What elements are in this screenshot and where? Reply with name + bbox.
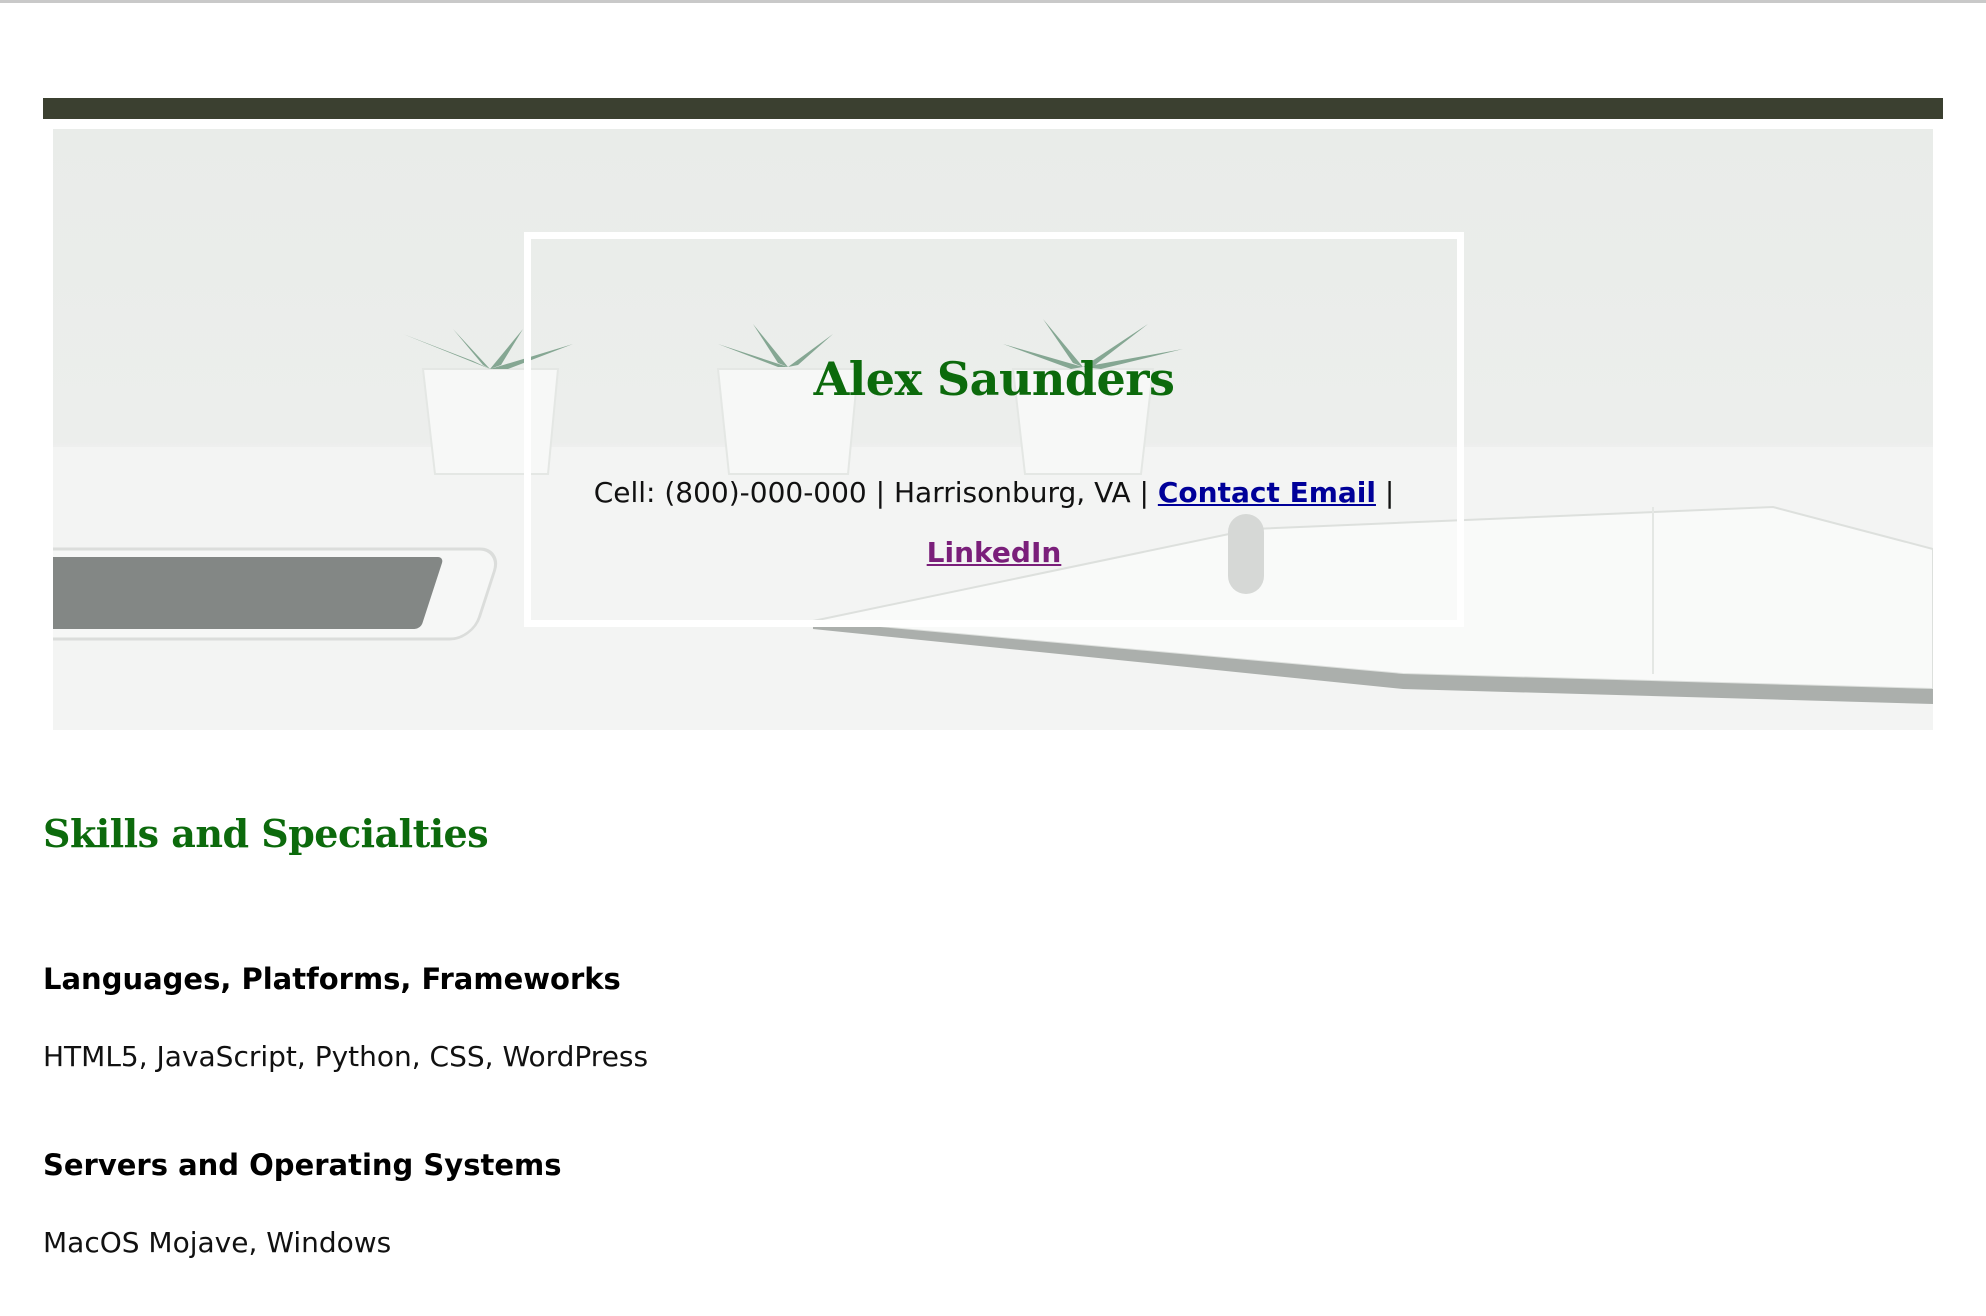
- contact-separator: |: [1384, 476, 1395, 509]
- languages-heading: Languages, Platforms, Frameworks: [43, 962, 621, 996]
- skills-section-title: Skills and Specialties: [43, 811, 489, 856]
- header-bar: [43, 98, 1943, 119]
- linkedin-link[interactable]: LinkedIn: [927, 536, 1062, 569]
- hero-banner: Alex Saunders Cell: (800)-000-000 | Harr…: [53, 129, 1933, 730]
- servers-text: MacOS Mojave, Windows: [43, 1226, 392, 1259]
- languages-text: HTML5, JavaScript, Python, CSS, WordPres…: [43, 1040, 649, 1073]
- servers-heading: Servers and Operating Systems: [43, 1148, 562, 1182]
- cell-location-text: Cell: (800)-000-000 | Harrisonburg, VA |: [593, 476, 1149, 509]
- hero-info-box: Alex Saunders Cell: (800)-000-000 | Harr…: [524, 232, 1464, 627]
- browser-top-border: [0, 0, 1986, 3]
- page-title: Alex Saunders: [813, 352, 1175, 406]
- contact-email-link[interactable]: Contact Email: [1158, 476, 1376, 509]
- contact-line: Cell: (800)-000-000 | Harrisonburg, VA |…: [571, 463, 1417, 583]
- resume-page: Alex Saunders Cell: (800)-000-000 | Harr…: [43, 98, 1943, 1259]
